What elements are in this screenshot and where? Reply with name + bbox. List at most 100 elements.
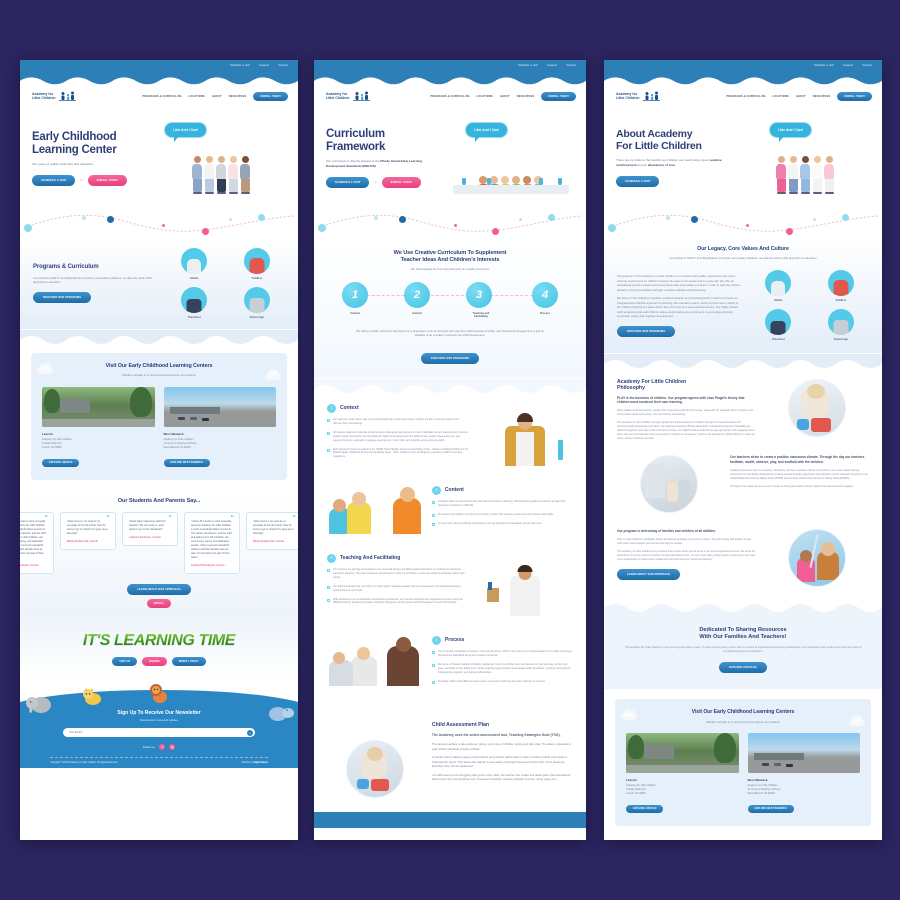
- topbar-link-schedule[interactable]: Schedule a visit: [230, 64, 250, 67]
- nav-enroll-button[interactable]: ENROLL TODAY: [837, 92, 872, 101]
- program-card-preschool[interactable]: Preschool: [750, 309, 806, 341]
- site-logo[interactable]: Academy for Little Children: [32, 91, 76, 102]
- program-card-toddlers[interactable]: Toddlers: [813, 270, 869, 302]
- testimonial-quote: "Great place! Awesome staff and teachers…: [129, 520, 166, 532]
- credit-name[interactable]: Digital Space: [254, 762, 268, 764]
- program-card-infants[interactable]: Infants: [750, 270, 806, 302]
- nav-link-resources[interactable]: RESOURCES: [229, 95, 247, 98]
- hero-title: About Academy For Little Children: [616, 128, 734, 153]
- program-card-school-age[interactable]: School Age: [229, 287, 285, 319]
- inquire-button[interactable]: INQUIRE: [142, 657, 167, 667]
- main-navigation: Academy for Little Children PROGRAMS & C…: [604, 85, 882, 108]
- assessment-photo: [327, 722, 423, 798]
- center-item-west-warwick: West Warwick Academy for Little Children…: [747, 733, 860, 814]
- hero-artwork: I Am And I Can!: [740, 122, 870, 194]
- nav-link-about[interactable]: ABOUT: [796, 95, 806, 98]
- explore-lincoln-button[interactable]: EXPLORE LINCOLN: [626, 804, 664, 813]
- bullet-square-icon: [327, 431, 330, 435]
- program-card-infants[interactable]: Infants: [166, 248, 222, 280]
- program-card-toddlers[interactable]: Toddlers: [229, 248, 285, 280]
- curriculum-step-1: 1 Context: [342, 281, 368, 319]
- visit-us-button[interactable]: VISIT US: [112, 657, 138, 667]
- journey-dot-2: [82, 216, 86, 220]
- classroom-paragraph: All areas of the classroom are set up to…: [730, 484, 854, 488]
- learn-about-approach-button[interactable]: LEARN ABOUT OUR APPROACH: [127, 584, 191, 596]
- instagram-icon[interactable]: ◎: [169, 744, 176, 751]
- hero-copy: Early Childhood Learning Center 30+ year…: [32, 131, 150, 186]
- hero-enroll-button[interactable]: ENROLL TODAY: [87, 174, 128, 186]
- nav-link-programs[interactable]: PROGRAMS & CURRICULUM: [430, 95, 469, 98]
- explore-lincoln-button[interactable]: EXPLORE LINCOLN: [42, 458, 80, 467]
- topbar-link-careers[interactable]: Careers: [259, 64, 269, 67]
- topbar-link-contact[interactable]: Contact: [566, 64, 576, 67]
- program-label-school-age: School Age: [249, 316, 264, 319]
- site-logo[interactable]: Academy for Little Children: [616, 91, 660, 102]
- toddler-playing-photo: [345, 739, 404, 798]
- nav-link-locations[interactable]: LOCATIONS: [772, 95, 788, 98]
- nav-link-programs[interactable]: PROGRAMS & CURRICULUM: [726, 95, 765, 98]
- preschool-photo-icon: [765, 309, 792, 335]
- explore-west-warwick-button[interactable]: EXPLORE WEST WARWICK: [163, 458, 210, 467]
- facebook-icon[interactable]: f: [159, 744, 166, 751]
- site-logo[interactable]: Academy for Little Children: [326, 91, 370, 102]
- sharing-title-line-1: Dedicated To Sharing Resources: [699, 627, 787, 634]
- hero-schedule-visit-button[interactable]: SCHEDULE A VISIT: [326, 176, 370, 188]
- hero-enroll-button[interactable]: ENROLL TODAY: [381, 176, 422, 188]
- testimonial-quote: "Adam loves it, he used to cry everyday …: [253, 520, 294, 536]
- hero-section: Curriculum Framework Our curriculum is d…: [314, 108, 586, 204]
- enroll-button-secondary[interactable]: ENROLL: [146, 599, 172, 609]
- journey-dot-3: [691, 216, 698, 223]
- nav-enroll-button[interactable]: ENROLL TODAY: [253, 92, 288, 101]
- programs-discover-button[interactable]: DISCOVER OUR PROGRAMS: [33, 291, 92, 303]
- hero-schedule-visit-button[interactable]: SCHEDULE A VISIT: [616, 175, 660, 187]
- explore-west-warwick-button[interactable]: EXPLORE WEST WARWICK: [747, 804, 794, 813]
- newsletter-email-input[interactable]: [69, 731, 247, 735]
- testimonials-carousel[interactable]: “ "I drive 45 minutes to work everyday b…: [20, 512, 298, 575]
- topbar-link-careers[interactable]: Careers: [843, 64, 853, 67]
- program-card-preschool[interactable]: Preschool: [166, 287, 222, 319]
- journey-dotted-path: [314, 206, 586, 238]
- topbar-link-schedule[interactable]: Schedule a visit: [518, 64, 538, 67]
- families-learn-approach-button[interactable]: LEARN ABOUT OUR APPROACH: [617, 568, 681, 580]
- nav-link-about[interactable]: ABOUT: [212, 95, 222, 98]
- section-wave-divider: [314, 696, 586, 713]
- nav-link-locations[interactable]: LOCATIONS: [476, 95, 492, 98]
- nav-link-resources[interactable]: RESOURCES: [517, 95, 535, 98]
- lincoln-photo: [42, 387, 155, 427]
- testimonials-title: Our Students And Parents Say...: [117, 497, 201, 504]
- program-card-school-age[interactable]: School Age: [813, 309, 869, 341]
- cloud-decoration-right: [265, 369, 281, 380]
- nav-enroll-button[interactable]: ENROLL TODAY: [541, 92, 576, 101]
- center-name-lincoln: Lincoln: [626, 778, 637, 783]
- nav-link-about[interactable]: ABOUT: [500, 95, 510, 98]
- follow-us-label: Follow us:: [142, 745, 156, 750]
- journey-dot-2: [666, 216, 670, 220]
- legacy-discover-button[interactable]: DISCOVER OUR PROGRAMS: [617, 325, 676, 337]
- sharing-title: Dedicated To Sharing Resources With Our …: [624, 627, 862, 641]
- discover-programs-button[interactable]: DISCOVER OUR PROGRAMS: [420, 352, 480, 364]
- nav-link-programs[interactable]: PROGRAMS & CURRICULUM: [142, 95, 181, 98]
- enroll-today-button[interactable]: ENROLL TODAY: [171, 657, 206, 667]
- newsletter-submit-button[interactable]: ›: [246, 729, 253, 736]
- journey-dot-6: [229, 218, 232, 221]
- topbar-link-schedule[interactable]: Schedule a visit: [814, 64, 834, 67]
- journey-dotted-path: [604, 206, 882, 238]
- testimonial-quote: "Adam loves it, he used to cry everyday …: [67, 520, 108, 536]
- topbar-link-careers[interactable]: Careers: [547, 64, 557, 67]
- explore-articles-button[interactable]: EXPLORE ARTICLES: [719, 662, 767, 674]
- topbar-link-contact[interactable]: Contact: [278, 64, 288, 67]
- journey-dot-4: [162, 224, 165, 227]
- speech-bubble: I Am And I Can!: [465, 122, 509, 142]
- assessment-copy: Child Assessment Plan The Academy uses t…: [432, 722, 573, 782]
- testimonial-quote: "I drive 45 minutes to work everyday bec…: [191, 520, 232, 560]
- nav-link-locations[interactable]: LOCATIONS: [188, 95, 204, 98]
- centers-card: Visit Our Early Childhood Learning Cente…: [615, 699, 871, 826]
- hero-schedule-visit-button[interactable]: SCHEDULE A VISIT: [32, 174, 76, 186]
- content-bullet-text: We believe that children use PLAY as a v…: [437, 512, 554, 516]
- centers-grid: Lincoln Academy for Little Children 6 Wa…: [42, 387, 276, 468]
- bullet-square-icon: [431, 513, 435, 517]
- legacy-paragraph: We focus on the children's cognitive, so…: [617, 296, 739, 319]
- baby-with-toys-photo: [787, 379, 846, 437]
- nav-link-resources[interactable]: RESOURCES: [813, 95, 831, 98]
- topbar-link-contact[interactable]: Contact: [862, 64, 872, 67]
